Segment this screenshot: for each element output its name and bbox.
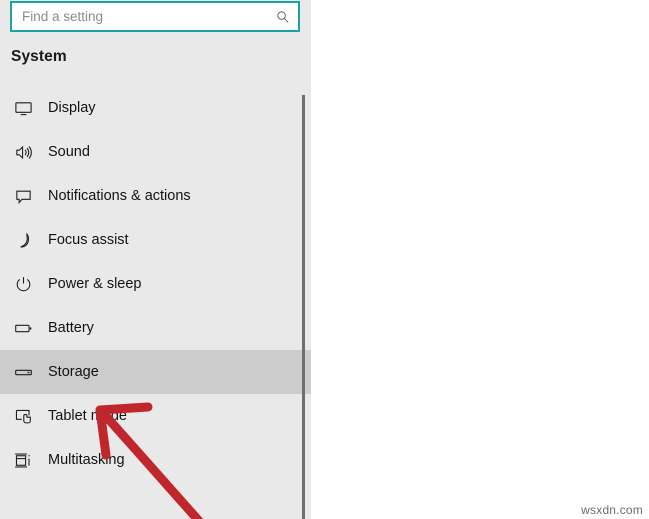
search-box[interactable]: [10, 1, 300, 32]
battery-icon: [12, 317, 34, 339]
sidebar-item-label: Multitasking: [48, 452, 125, 468]
power-icon: [12, 273, 34, 295]
drive-icon: [12, 361, 34, 383]
sidebar-item-label: Battery: [48, 320, 94, 336]
settings-sidebar: System Display: [0, 0, 311, 519]
tablet-icon: [12, 405, 34, 427]
watermark: wsxdn.com: [581, 503, 643, 517]
settings-window: System Display: [0, 0, 649, 519]
sidebar-item-label: Focus assist: [48, 232, 129, 248]
sidebar-item-multitasking[interactable]: Multitasking: [0, 438, 311, 482]
sidebar-item-storage[interactable]: Storage: [0, 350, 311, 394]
sidebar-item-label: Display: [48, 100, 96, 116]
sidebar-item-power-sleep[interactable]: Power & sleep: [0, 262, 311, 306]
speaker-icon: [12, 141, 34, 163]
sidebar-item-label: Storage: [48, 364, 99, 380]
search-input[interactable]: [12, 3, 298, 30]
search-icon[interactable]: [276, 10, 290, 24]
sidebar-item-display[interactable]: Display: [0, 86, 311, 130]
sidebar-item-battery[interactable]: Battery: [0, 306, 311, 350]
chat-bubble-icon: [12, 185, 34, 207]
sidebar-item-label: Sound: [48, 144, 90, 160]
sidebar-item-tablet-mode[interactable]: Tablet mode: [0, 394, 311, 438]
sidebar-nav: Display Sound Notifications & actions Fo…: [0, 86, 311, 482]
search-container: [10, 1, 300, 32]
sidebar-scrollbar-thumb[interactable]: [302, 95, 305, 519]
sidebar-scrollbar[interactable]: [299, 35, 309, 519]
moon-icon: [12, 229, 34, 251]
sidebar-item-notifications[interactable]: Notifications & actions: [0, 174, 311, 218]
monitor-icon: [12, 97, 34, 119]
settings-content: Brightness and color Change brightness N…: [311, 0, 649, 519]
sidebar-item-sound[interactable]: Sound: [0, 130, 311, 174]
sidebar-item-focus-assist[interactable]: Focus assist: [0, 218, 311, 262]
sidebar-item-label: Notifications & actions: [48, 188, 191, 204]
multitasking-icon: [12, 449, 34, 471]
sidebar-item-label: Tablet mode: [48, 408, 127, 424]
sidebar-section-title: System: [11, 48, 67, 65]
sidebar-item-label: Power & sleep: [48, 276, 142, 292]
